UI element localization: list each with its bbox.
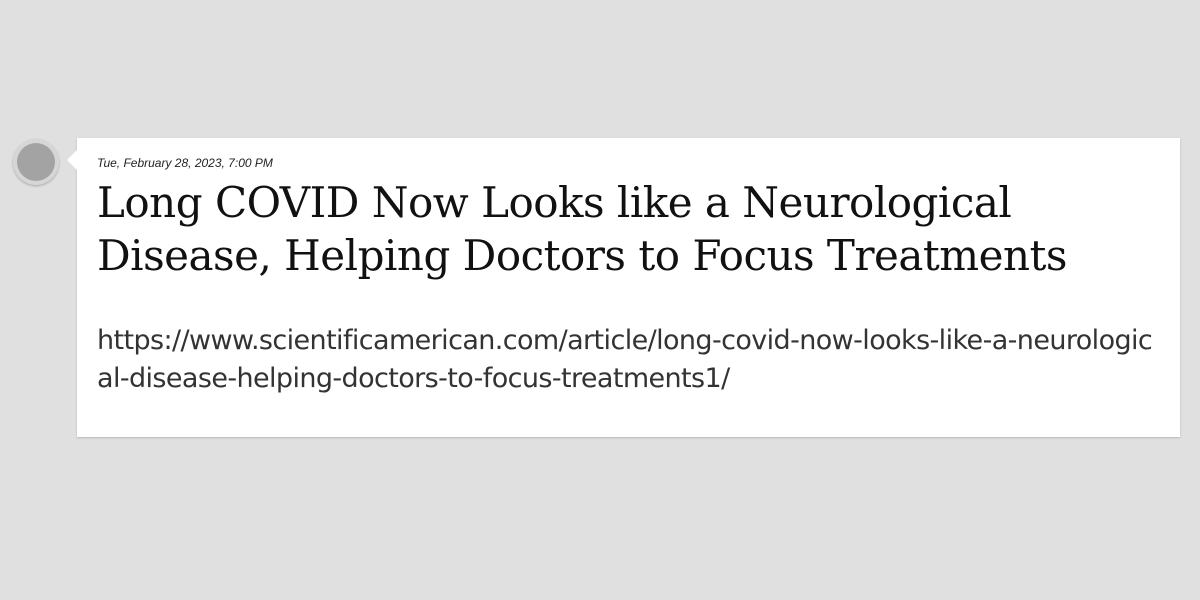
post-date: Tue, February 28, 2023, 7:00 PM <box>97 156 273 170</box>
timeline-dot-inner <box>17 143 55 181</box>
post-url-link[interactable]: https://www.scientificamerican.com/artic… <box>97 322 1160 398</box>
card-pointer <box>67 150 77 170</box>
post-card: Tue, February 28, 2023, 7:00 PM Long COV… <box>67 138 1180 437</box>
post-title[interactable]: Long COVID Now Looks like a Neurological… <box>97 176 1160 282</box>
timeline: Tue, February 28, 2023, 7:00 PM Long COV… <box>0 0 1200 600</box>
timeline-dot-icon <box>13 139 59 185</box>
